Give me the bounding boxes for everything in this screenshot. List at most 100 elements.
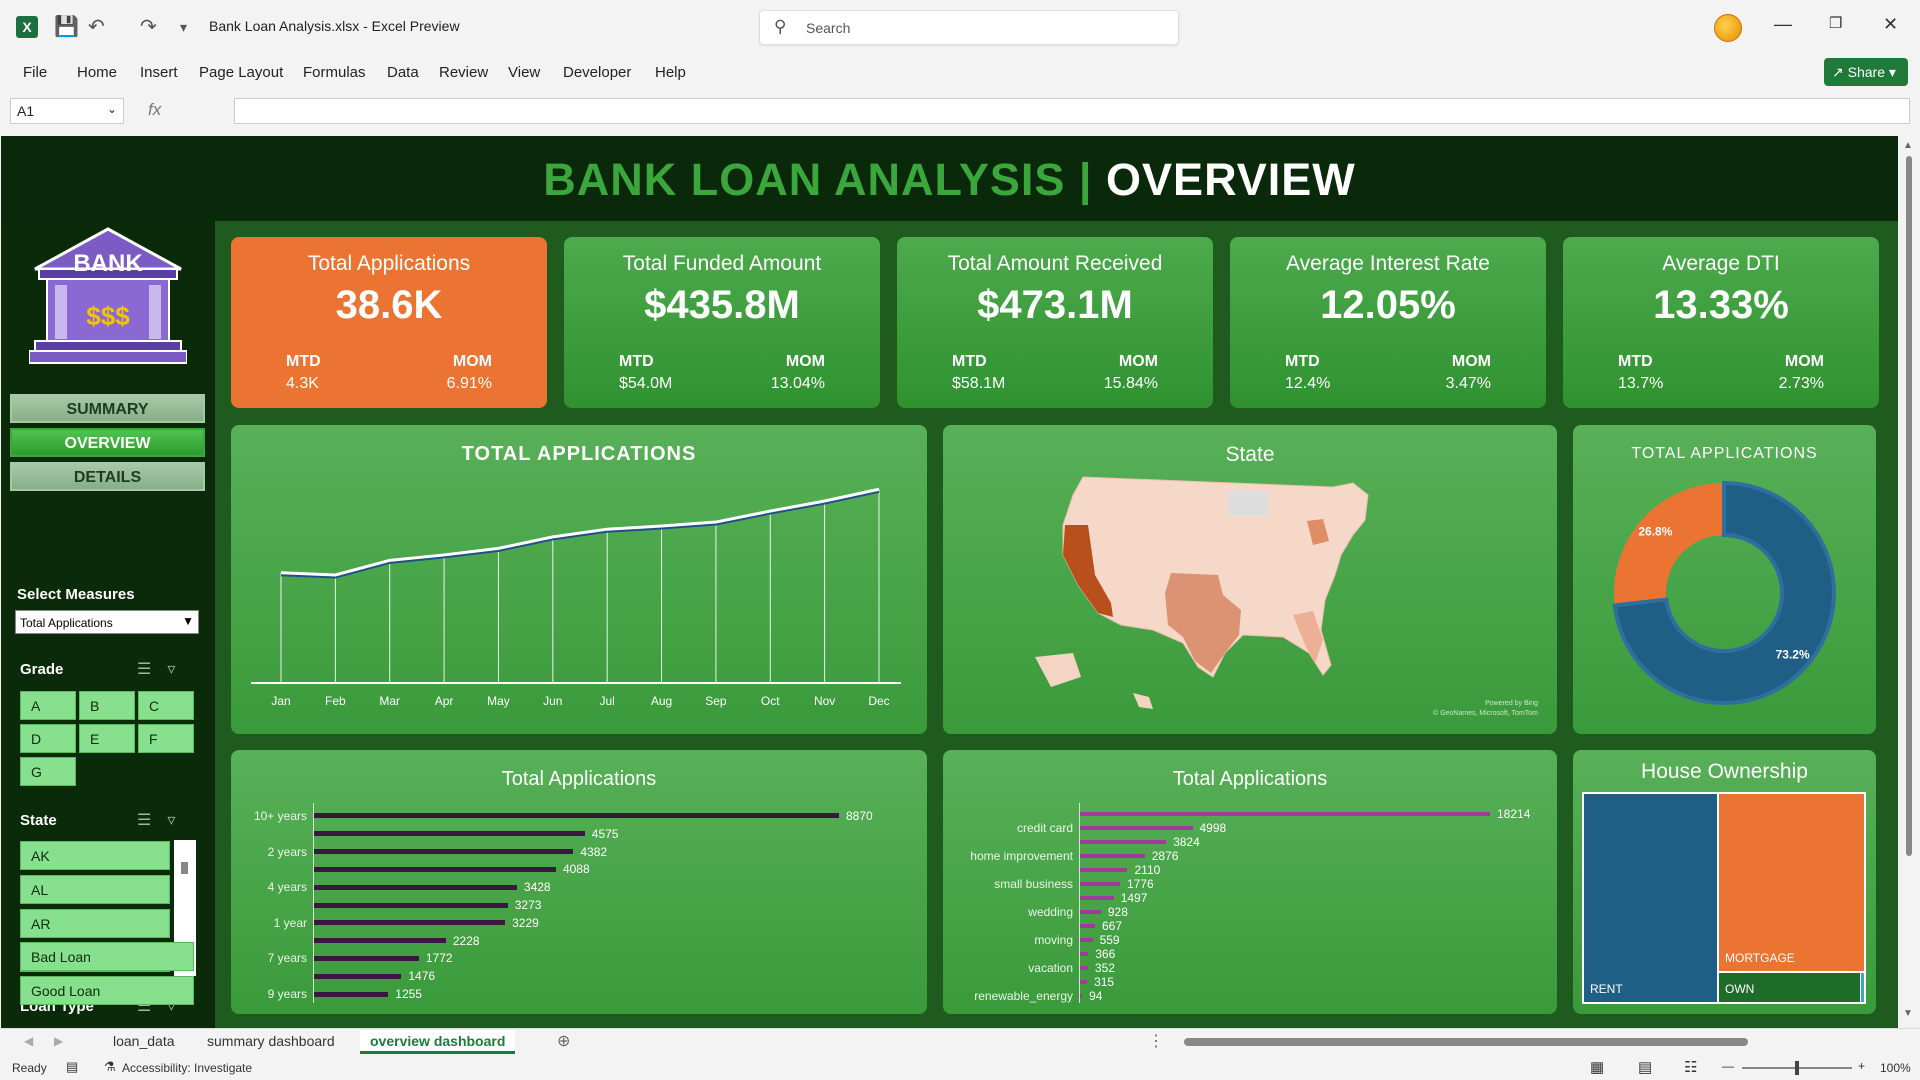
grade-chip-e[interactable]: E — [79, 724, 135, 753]
bar[interactable] — [1080, 980, 1088, 984]
grade-chip-a[interactable]: A — [20, 691, 76, 720]
kpi-card-total-funded[interactable]: Total Funded Amount $435.8M MTD $54.0M M… — [564, 237, 880, 408]
donut-chart-panel[interactable]: TOTAL APPLICATIONS 26.8% 73.2% — [1573, 425, 1876, 734]
kpi-card-total-received[interactable]: Total Amount Received $473.1M MTD $58.1M… — [897, 237, 1213, 408]
nav-overview-button[interactable]: OVERVIEW — [10, 428, 205, 457]
bar[interactable] — [1080, 896, 1114, 900]
menu-view[interactable]: View — [508, 64, 540, 81]
bar[interactable] — [1080, 868, 1128, 872]
nav-details-button[interactable]: DETAILS — [10, 462, 205, 491]
normal-view-icon[interactable]: ▦ — [1590, 1058, 1604, 1076]
treemap-other[interactable] — [1861, 973, 1864, 1002]
page-break-view-icon[interactable]: ☷ — [1684, 1058, 1697, 1076]
bar[interactable] — [314, 831, 585, 837]
add-sheet-icon[interactable]: ⊕ — [557, 1031, 570, 1051]
clear-filter-icon[interactable]: ▿ — [167, 812, 191, 829]
bar[interactable] — [1080, 812, 1490, 816]
menu-developer[interactable]: Developer — [563, 64, 631, 81]
bar[interactable] — [314, 849, 574, 855]
multi-select-icon[interactable]: ☰ — [137, 812, 167, 829]
menu-file[interactable]: File — [23, 64, 47, 81]
bar[interactable] — [314, 955, 419, 961]
grade-chip-f[interactable]: F — [138, 724, 194, 753]
name-box[interactable]: A1 ⌄ — [10, 98, 124, 124]
function-icon[interactable]: fx — [148, 100, 161, 120]
share-button[interactable]: ↗ Share ▾ — [1824, 58, 1908, 86]
accessibility-icon[interactable]: ⚗ — [104, 1059, 116, 1075]
zoom-level[interactable]: 100% — [1880, 1061, 1911, 1075]
grade-chip-b[interactable]: B — [79, 691, 135, 720]
state-map-panel[interactable]: State Powered by Bing © GeoNames, Micros… — [943, 425, 1557, 734]
bar[interactable] — [1080, 994, 1083, 998]
bar[interactable] — [1080, 966, 1088, 970]
emp-length-bar-panel[interactable]: Total Applications 8870 10+ years 4575 4382… — [231, 750, 927, 1014]
undo-icon[interactable]: ↶ — [88, 14, 105, 40]
more-options-icon[interactable]: ⋮ — [1148, 1031, 1164, 1051]
save-icon[interactable]: 💾 — [54, 14, 79, 40]
macro-icon[interactable]: ▤ — [66, 1059, 78, 1075]
menu-formulas[interactable]: Formulas — [303, 64, 366, 81]
grade-chip-g[interactable]: G — [20, 757, 76, 786]
prev-sheet-icon[interactable]: ◀ — [24, 1034, 33, 1048]
line-chart-panel[interactable]: TOTAL APPLICATIONS Jan Feb Mar Apr May Jun Jul… — [231, 425, 927, 734]
tab-loan-data[interactable]: loan_data — [103, 1030, 185, 1054]
vertical-scroll-thumb[interactable] — [1906, 156, 1912, 856]
treemap-mortgage[interactable]: MORTGAGE — [1719, 794, 1864, 971]
scroll-up-icon[interactable]: ▲ — [1903, 140, 1913, 151]
clear-filter-icon[interactable]: ▿ — [167, 661, 191, 678]
scroll-down-icon[interactable]: ▼ — [1903, 1008, 1913, 1019]
formula-input[interactable] — [234, 98, 1910, 124]
loan-type-chip-good[interactable]: Good Loan — [20, 976, 194, 1005]
tab-summary-dashboard[interactable]: summary dashboard — [197, 1030, 345, 1054]
bar[interactable] — [1080, 882, 1120, 886]
menu-page-layout[interactable]: Page Layout — [199, 64, 283, 81]
bar[interactable] — [314, 991, 389, 997]
chevron-down-icon[interactable]: ⌄ — [107, 102, 117, 116]
search-box[interactable]: ⚲ Search — [759, 10, 1179, 45]
bar[interactable] — [314, 902, 508, 908]
menu-review[interactable]: Review — [439, 64, 488, 81]
nav-summary-button[interactable]: SUMMARY — [10, 394, 205, 423]
bar[interactable] — [314, 938, 446, 944]
zoom-out-icon[interactable]: — — [1722, 1059, 1734, 1073]
tab-overview-dashboard[interactable]: overview dashboard — [360, 1030, 516, 1054]
bar[interactable] — [314, 813, 839, 819]
bar[interactable] — [1080, 938, 1093, 942]
bar[interactable] — [1080, 924, 1095, 928]
menu-data[interactable]: Data — [387, 64, 419, 81]
zoom-slider[interactable] — [1742, 1061, 1852, 1075]
measure-dropdown[interactable]: Total Applications ▼ — [15, 610, 199, 634]
menu-insert[interactable]: Insert — [140, 64, 178, 81]
donut-slice[interactable] — [1614, 483, 1724, 606]
close-icon[interactable]: ✕ — [1883, 14, 1898, 35]
state-chip-ak[interactable]: AK — [20, 841, 170, 870]
bar[interactable] — [1080, 840, 1167, 844]
bar[interactable] — [314, 866, 556, 872]
house-ownership-panel[interactable]: House Ownership RENT MORTGAGE OWN — [1573, 750, 1876, 1014]
state-chip-ar[interactable]: AR — [20, 909, 170, 938]
minimize-icon[interactable]: — — [1774, 14, 1792, 35]
multi-select-icon[interactable]: ☰ — [137, 661, 167, 678]
quick-access-dropdown-icon[interactable]: ▾ — [180, 14, 187, 40]
horizontal-scroll-thumb[interactable] — [1184, 1038, 1748, 1046]
bar[interactable] — [314, 884, 517, 890]
user-avatar[interactable] — [1714, 14, 1742, 42]
loan-type-chip-bad[interactable]: Bad Loan — [20, 942, 194, 971]
menu-help[interactable]: Help — [655, 64, 686, 81]
kpi-card-avg-interest[interactable]: Average Interest Rate 12.05% MTD 12.4% M… — [1230, 237, 1546, 408]
grade-chip-c[interactable]: C — [138, 691, 194, 720]
purpose-bar-panel[interactable]: Total Applications 18214 4998 credit card 3… — [943, 750, 1557, 1014]
grade-chip-d[interactable]: D — [20, 724, 76, 753]
page-layout-view-icon[interactable]: ▤ — [1638, 1058, 1652, 1076]
treemap-rent[interactable]: RENT — [1584, 794, 1717, 1002]
redo-icon[interactable]: ↷ — [140, 14, 157, 40]
vertical-scrollbar[interactable]: ▲ ▼ — [1898, 136, 1920, 1028]
state-chip-al[interactable]: AL — [20, 875, 170, 904]
bar[interactable] — [1080, 854, 1145, 858]
bar[interactable] — [1080, 826, 1193, 830]
treemap-own[interactable]: OWN — [1719, 973, 1860, 1002]
bar[interactable] — [314, 973, 402, 979]
bar[interactable] — [1080, 952, 1089, 956]
kpi-card-total-applications[interactable]: Total Applications 38.6K MTD 4.3K MOM 6.… — [231, 237, 547, 408]
series-line[interactable] — [280, 487, 880, 577]
